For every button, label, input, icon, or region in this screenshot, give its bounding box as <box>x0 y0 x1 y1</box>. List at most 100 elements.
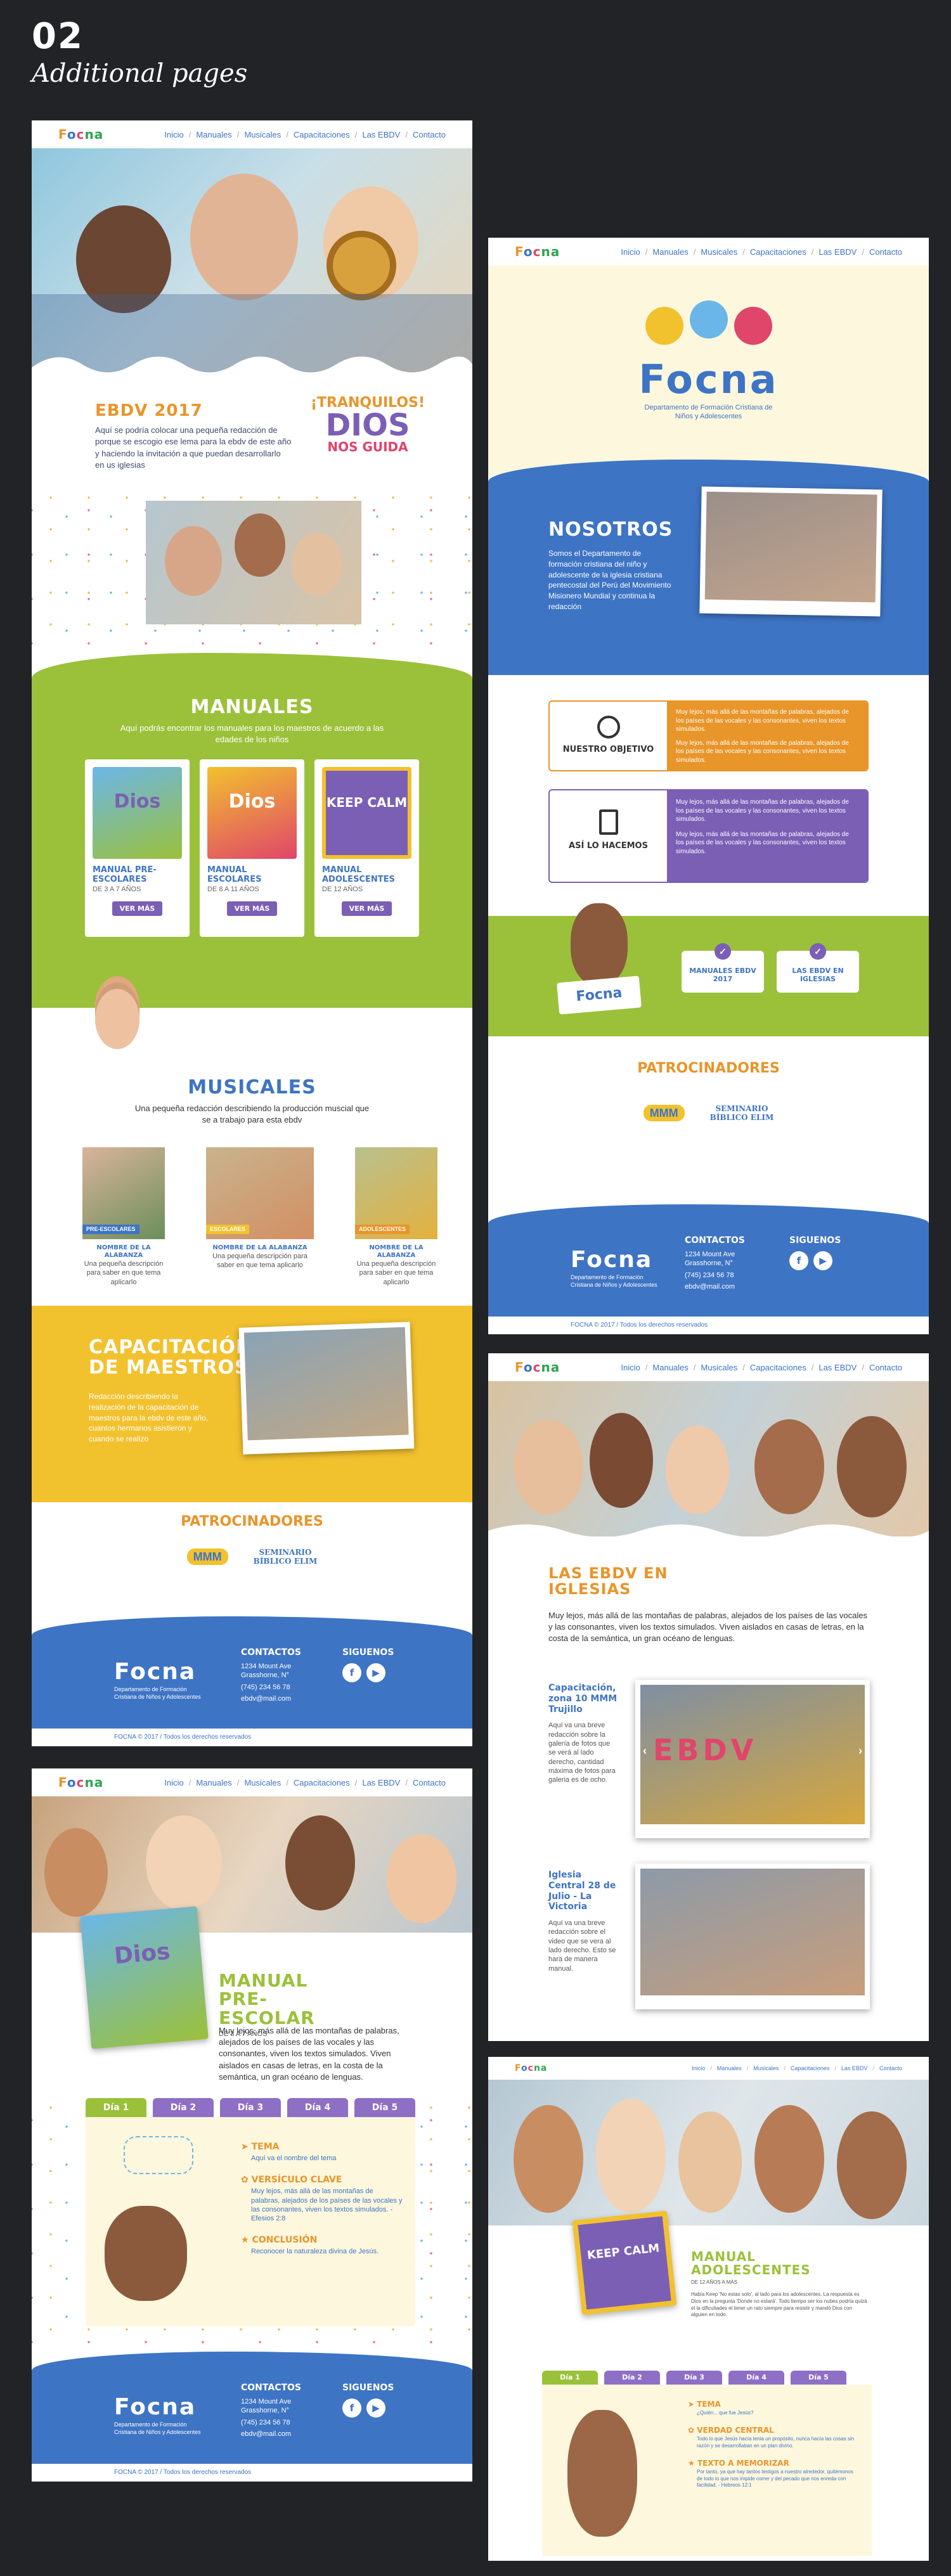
ver-mas-button[interactable]: VER MÁS <box>226 901 278 917</box>
sponsor-mmm[interactable]: MMM <box>643 1105 685 1122</box>
nav-capacitaciones[interactable]: Capacitaciones <box>791 2065 830 2071</box>
footer-email[interactable]: ebdv@mail.com <box>685 1282 773 1291</box>
sponsor-mmm[interactable]: MMM <box>186 1549 228 1566</box>
nav-capacitaciones[interactable]: Capacitaciones <box>750 247 806 257</box>
nav-capacitaciones[interactable]: Capacitaciones <box>294 1778 350 1787</box>
hero-photo <box>488 1381 929 1536</box>
logo[interactable]: Focna <box>515 1361 560 1374</box>
tab-dia-2[interactable]: Día 2 <box>153 2098 214 2117</box>
nav-ebdv[interactable]: Las EBDV <box>818 1363 857 1372</box>
youtube-icon[interactable]: ▶ <box>366 2399 385 2418</box>
ver-mas-button[interactable]: VER MÁS <box>112 901 163 917</box>
tab-dia-4[interactable]: Día 4 <box>728 2371 784 2385</box>
footer-email[interactable]: ebdv@mail.com <box>241 2430 330 2438</box>
focna-sign: Focna <box>557 976 642 1015</box>
sponsor-elim[interactable]: SEMINARIO BÍBLICO ELIM <box>254 1548 318 1566</box>
gear-icon: ✿ <box>241 2175 252 2186</box>
facebook-icon[interactable]: f <box>342 1663 361 1682</box>
video-player[interactable] <box>635 1864 870 2009</box>
facebook-icon[interactable]: f <box>342 2399 361 2418</box>
tab-dia-5[interactable]: Día 5 <box>791 2371 846 2385</box>
tab-dia-1[interactable]: Día 1 <box>542 2371 598 2385</box>
tab-dia-3[interactable]: Día 3 <box>666 2371 722 2385</box>
nav-contacto[interactable]: Contacto <box>413 130 446 139</box>
music-card[interactable]: PRE-ESCOLARES NOMBRE DE LA ALABANZA Una … <box>82 1147 165 1287</box>
tab-dia-2[interactable]: Día 2 <box>604 2371 660 2385</box>
logo[interactable]: Focna <box>58 128 103 141</box>
nav-contacto[interactable]: Contacto <box>869 247 902 257</box>
nav-inicio[interactable]: Inicio <box>621 247 640 257</box>
nav-musicales[interactable]: Musicales <box>701 247 737 257</box>
nav-musicales[interactable]: Musicales <box>701 1363 737 1372</box>
nav-manuales[interactable]: Manuales <box>196 130 231 139</box>
copyright: FOCNA © 2017 / Todos los derechos reserv… <box>32 1729 472 1746</box>
manual-cover: Dios <box>80 1906 209 2049</box>
nav-inicio[interactable]: Inicio <box>692 2065 705 2071</box>
card-ebdv-iglesias[interactable]: ✓ LAS EBDV EN IGLESIAS <box>777 943 859 993</box>
nav-manuales[interactable]: Manuales <box>717 2065 742 2071</box>
copyright: FOCNA © 2017 / Todos los derechos reserv… <box>32 2464 472 2482</box>
nav-inicio[interactable]: Inicio <box>164 130 183 139</box>
youtube-icon[interactable]: ▶ <box>813 1251 832 1270</box>
music-card[interactable]: ESCOLARES NOMBRE DE LA ALABANZA Una pequ… <box>206 1147 314 1287</box>
nav-ebdv[interactable]: Las EBDV <box>841 2065 868 2071</box>
page-manual-adolescentes: Focna Inicio / Manuales / Musicales / Capac… <box>488 2057 929 2561</box>
kids-row-photo <box>95 976 425 1052</box>
star-icon: ★ <box>688 2459 697 2468</box>
siguenos-title: SIGUENOS <box>342 1647 394 1658</box>
nav-ebdv[interactable]: Las EBDV <box>362 1778 400 1787</box>
youtube-icon[interactable]: ▶ <box>366 1663 385 1682</box>
facebook-icon[interactable]: f <box>789 1251 808 1270</box>
sponsor-elim[interactable]: SEMINARIO BÍBLICO ELIM <box>710 1104 774 1123</box>
nav-capacitaciones[interactable]: Capacitaciones <box>294 130 350 139</box>
day-content: ➤ TEMA ¿Quién... que fue Jesús? ✿ VERDAD… <box>542 2385 872 2556</box>
nav-capacitaciones[interactable]: Capacitaciones <box>750 1363 806 1372</box>
tab-dia-5[interactable]: Día 5 <box>354 2098 415 2117</box>
manual-cover: KEEP CALM <box>572 2210 677 2315</box>
contactos-title: CONTACTOS <box>241 1647 301 1658</box>
chevron-right-icon[interactable]: › <box>858 1745 862 1756</box>
card-manuales[interactable]: ✓ MANUALES EBDV 2017 <box>682 943 764 993</box>
ver-mas-button[interactable]: VER MÁS <box>341 901 392 917</box>
manual-card[interactable]: KEEP CALM MANUAL ADOLESCENTES DE 12 AÑOS… <box>314 759 419 937</box>
tab-dia-3[interactable]: Día 3 <box>220 2098 281 2117</box>
manual-card[interactable]: Dios MANUAL PRE-ESCOLARES DE 3 A 7 AÑOS … <box>85 759 190 937</box>
music-card[interactable]: ADOLESCENTES NOMBRE DE LA ALABANZA Una p… <box>355 1147 437 1287</box>
girl-photo <box>567 2410 637 2537</box>
kids-mascot-icon <box>636 300 782 351</box>
page-home: Focna Inicio / Manuales / Musicales / Capac… <box>32 120 472 1746</box>
manual-card[interactable]: Dios MANUAL ESCOLARES DE 8 A 11 AÑOS VER… <box>200 759 304 937</box>
nav-inicio[interactable]: Inicio <box>621 1363 640 1372</box>
tab-dia-4[interactable]: Día 4 <box>287 2098 348 2117</box>
ebdv-iglesias-text: Muy lejos, más allá de las montañas de p… <box>548 1611 867 1644</box>
nav-contacto[interactable]: Contacto <box>413 1778 446 1787</box>
nav-contacto[interactable]: Contacto <box>869 1363 902 1372</box>
chevron-left-icon[interactable]: ‹ <box>643 1745 647 1756</box>
nav-manuales[interactable]: Manuales <box>652 1363 688 1372</box>
nav-manuales[interactable]: Manuales <box>196 1778 231 1787</box>
footer-email[interactable]: ebdv@mail.com <box>241 1694 330 1703</box>
gallery-slider[interactable]: EBDV ‹ › <box>635 1680 870 1838</box>
nav-ebdv[interactable]: Las EBDV <box>818 247 857 257</box>
top-nav: Focna Inicio / Manuales / Musicales / Capac… <box>32 120 472 148</box>
footer: Focna Departamento de Formación Cristian… <box>32 2352 472 2482</box>
nav-musicales[interactable]: Musicales <box>753 2065 779 2071</box>
nav-contacto[interactable]: Contacto <box>879 2065 902 2071</box>
arrow-icon: ➤ <box>688 2400 697 2409</box>
logo[interactable]: Focna <box>515 245 560 258</box>
arrow-icon: ➤ <box>241 2142 252 2152</box>
capacitacion-photo <box>238 1322 415 1455</box>
slogan-3: NOS GUIDA <box>327 439 408 454</box>
star-icon: ★ <box>241 2235 252 2246</box>
manual-title: MANUAL ADOLESCENTES <box>691 2249 811 2277</box>
nav-musicales[interactable]: Musicales <box>244 1778 281 1787</box>
nav-inicio[interactable]: Inicio <box>164 1778 183 1787</box>
logo[interactable]: Focna <box>515 2064 547 2073</box>
capacitacion-text: Redacción describiendo la realización de… <box>89 1392 209 1444</box>
nav-musicales[interactable]: Musicales <box>244 130 281 139</box>
nav-ebdv[interactable]: Las EBDV <box>362 130 400 139</box>
musicales-text: Una pequeña redacción describiendo la pr… <box>134 1103 370 1124</box>
logo[interactable]: Focna <box>58 1776 103 1789</box>
tab-dia-1[interactable]: Día 1 <box>86 2098 146 2117</box>
nav-manuales[interactable]: Manuales <box>652 247 688 257</box>
